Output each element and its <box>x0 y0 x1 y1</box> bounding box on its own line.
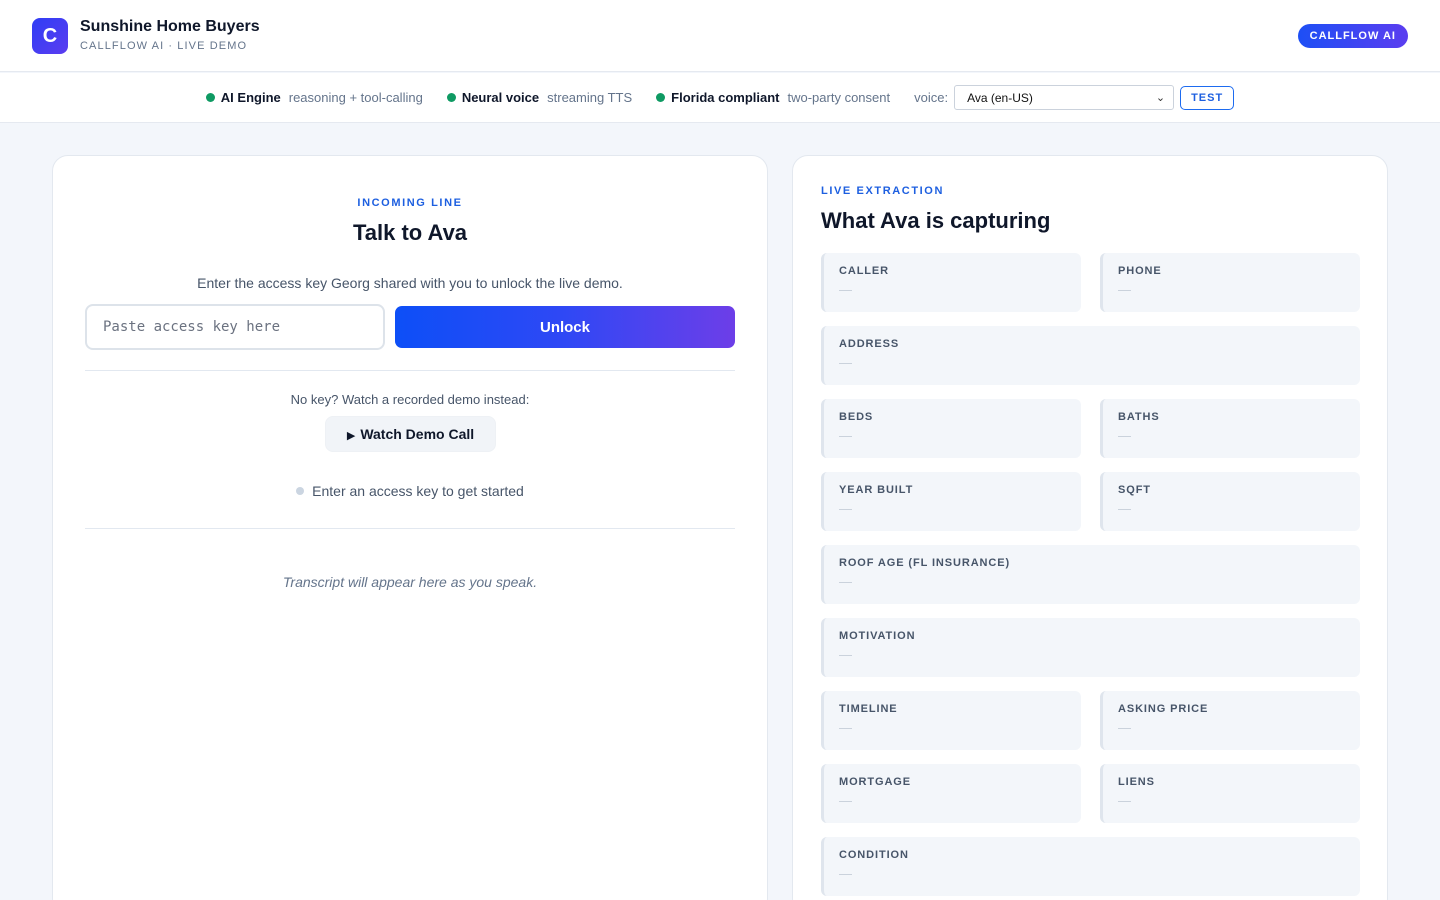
field-label: CONDITION <box>839 849 909 861</box>
chevron-down-icon: ⌄ <box>1155 92 1166 104</box>
incoming-line-card: INCOMING LINE Talk to Ava Enter the acce… <box>52 155 768 900</box>
watch-demo-call-button[interactable]: ▶ Watch Demo Call <box>325 416 496 452</box>
field-liens: LIENS — <box>1100 764 1360 823</box>
field-condition: CONDITION — <box>821 837 1360 896</box>
voice-selected-value: Ava (en-US) <box>967 90 1033 105</box>
unlock-button[interactable]: Unlock <box>395 306 735 348</box>
field-label: LIENS <box>1118 776 1155 788</box>
divider <box>85 370 735 371</box>
field-label: ADDRESS <box>839 338 900 350</box>
field-label: SQFT <box>1118 484 1151 496</box>
status-dot-icon <box>205 93 215 102</box>
field-value: — <box>839 501 852 516</box>
field-label: BEDS <box>839 411 874 423</box>
demo-button-label: Watch Demo Call <box>360 426 475 442</box>
status-desc: reasoning + tool-calling <box>288 90 423 105</box>
card-kicker: LIVE EXTRACTION <box>821 185 945 197</box>
card-title: Talk to Ava <box>352 220 468 245</box>
card-kicker: INCOMING LINE <box>357 197 463 209</box>
field-value: — <box>1118 428 1131 443</box>
field-value: — <box>1118 793 1131 808</box>
divider <box>85 528 735 529</box>
field-caller: CALLER — <box>821 253 1081 312</box>
field-sqft: SQFT — <box>1100 472 1360 531</box>
access-key-description: Enter the access key Georg shared with y… <box>197 275 623 291</box>
field-asking-price: ASKING PRICE — <box>1100 691 1360 750</box>
field-value: — <box>839 428 852 443</box>
field-label: YEAR BUILT <box>839 484 914 496</box>
field-value: — <box>839 574 852 589</box>
field-value: — <box>839 793 852 808</box>
voice-label: voice: <box>914 90 949 105</box>
field-label: ASKING PRICE <box>1118 703 1209 715</box>
status-florida-compliant: Florida compliant two-party consent <box>656 90 890 105</box>
field-label: ROOF AGE (FL INSURANCE) <box>839 557 1011 569</box>
field-label: TIMELINE <box>839 703 898 715</box>
field-value: — <box>839 355 852 370</box>
field-label: MOTIVATION <box>839 630 916 642</box>
field-motivation: MOTIVATION — <box>821 618 1360 677</box>
status-name: Neural voice <box>461 90 540 105</box>
field-roof-age: ROOF AGE (FL INSURANCE) — <box>821 545 1360 604</box>
status-dot-icon <box>446 93 456 102</box>
field-address: ADDRESS — <box>821 326 1360 385</box>
play-icon: ▶ <box>346 430 356 442</box>
status-bar: AI Engine reasoning + tool-calling Neura… <box>0 73 1440 123</box>
field-value: — <box>839 720 852 735</box>
field-label: PHONE <box>1118 265 1162 277</box>
card-title: What Ava is capturing <box>821 208 1051 233</box>
voice-control: voice: Ava (en-US) ⌄ TEST <box>914 85 1235 110</box>
test-voice-button[interactable]: TEST <box>1180 85 1235 110</box>
field-value: — <box>1118 720 1131 735</box>
product-badge: CALLFLOW AI <box>1297 24 1408 48</box>
status-neural-voice: Neural voice streaming TTS <box>446 90 633 105</box>
transcript-placeholder: Transcript will appear here as you speak… <box>282 574 538 590</box>
field-value: — <box>839 647 852 662</box>
field-label: MORTGAGE <box>839 776 911 788</box>
field-value: — <box>839 282 852 297</box>
status-hint: Enter an access key to get started <box>53 483 767 499</box>
idle-dot-icon <box>296 487 305 495</box>
field-timeline: TIMELINE — <box>821 691 1081 750</box>
status-desc: streaming TTS <box>547 90 633 105</box>
access-key-input[interactable] <box>85 304 385 350</box>
field-phone: PHONE — <box>1100 253 1360 312</box>
field-label: BATHS <box>1118 411 1160 423</box>
field-label: CALLER <box>839 265 890 277</box>
live-extraction-card: LIVE EXTRACTION What Ava is capturing CA… <box>792 155 1388 900</box>
field-value: — <box>839 866 852 881</box>
status-ai-engine: AI Engine reasoning + tool-calling <box>205 90 423 105</box>
field-baths: BATHS — <box>1100 399 1360 458</box>
brand-title: Sunshine Home Buyers <box>80 18 260 35</box>
app-logo: C <box>32 18 68 54</box>
no-key-text: No key? Watch a recorded demo instead: <box>290 392 530 407</box>
field-beds: BEDS — <box>821 399 1081 458</box>
status-name: AI Engine <box>220 90 281 105</box>
voice-select[interactable]: Ava (en-US) ⌄ <box>954 85 1175 110</box>
field-value: — <box>1118 282 1131 297</box>
app-header: C Sunshine Home Buyers CALLFLOW AI · LIV… <box>0 0 1440 72</box>
hint-text: Enter an access key to get started <box>312 483 524 499</box>
status-name: Florida compliant <box>671 90 780 105</box>
brand-subtitle: CALLFLOW AI · LIVE DEMO <box>80 40 248 52</box>
field-value: — <box>1118 501 1131 516</box>
field-mortgage: MORTGAGE — <box>821 764 1081 823</box>
status-dot-icon <box>656 93 666 102</box>
field-year-built: YEAR BUILT — <box>821 472 1081 531</box>
status-desc: two-party consent <box>787 90 891 105</box>
